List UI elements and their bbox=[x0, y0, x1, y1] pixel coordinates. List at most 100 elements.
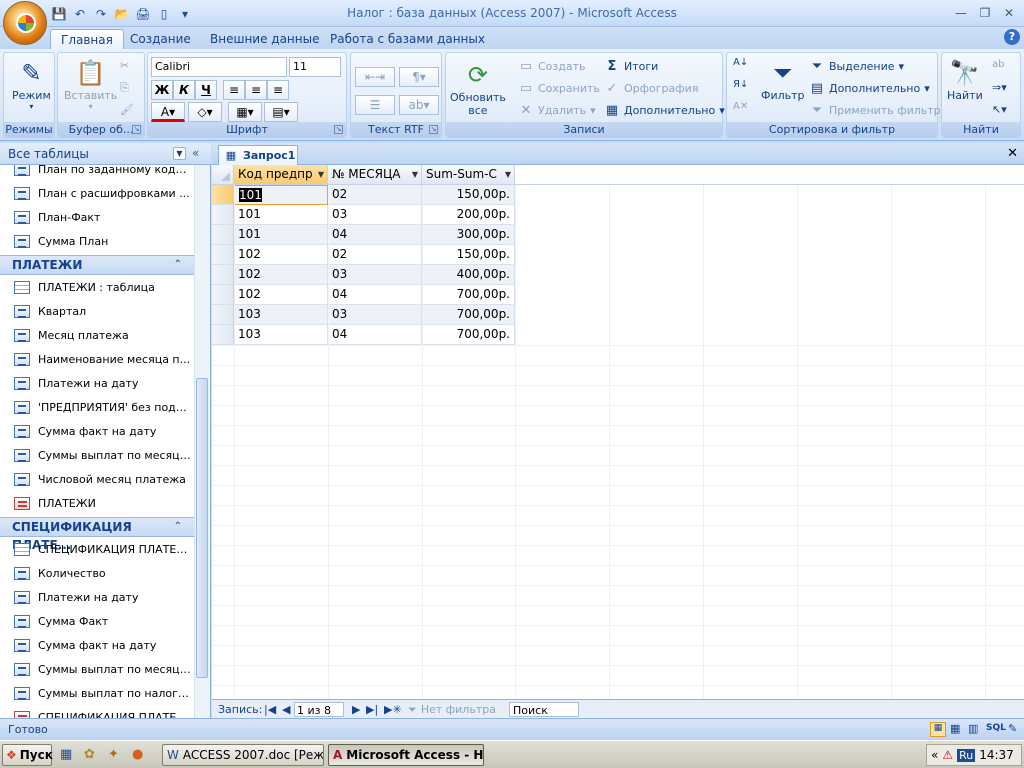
sort-ascending-icon[interactable]: A↓ bbox=[733, 57, 748, 68]
alternate-fill-icon[interactable]: ▤▾ bbox=[264, 102, 298, 122]
nav-item[interactable]: СПЕЦИФИКАЦИЯ ПЛАТЕЖ... bbox=[14, 538, 192, 560]
tray-alert-icon[interactable]: ⚠ bbox=[942, 748, 953, 762]
spelling-button[interactable]: ✓ Орфография bbox=[604, 81, 699, 96]
gridlines-icon[interactable]: ▦▾ bbox=[228, 102, 262, 122]
row-selector[interactable] bbox=[212, 205, 234, 225]
nav-item[interactable]: Квартал bbox=[14, 300, 192, 322]
delete-record-button[interactable]: ✕ Удалить ▾ bbox=[518, 103, 596, 118]
task-access[interactable]: A Microsoft Access - На... bbox=[328, 744, 484, 766]
totals-button[interactable]: Σ Итоги bbox=[604, 59, 659, 74]
minimize-icon[interactable]: — bbox=[950, 3, 972, 22]
nav-item[interactable]: Месяц платежа bbox=[14, 324, 192, 346]
table-cell[interactable]: 101 bbox=[234, 225, 328, 245]
tab-external-data[interactable]: Внешние данные bbox=[200, 29, 329, 49]
table-cell[interactable]: 03 bbox=[328, 205, 422, 225]
office-button[interactable] bbox=[3, 1, 47, 45]
chevron-down-icon[interactable]: ▼ bbox=[173, 147, 186, 160]
sort-descending-icon[interactable]: Я↓ bbox=[733, 79, 748, 90]
toggle-filter-button[interactable]: ⏷ Применить фильтр bbox=[809, 103, 941, 118]
first-record-icon[interactable]: |◀ bbox=[264, 702, 276, 717]
row-selector[interactable] bbox=[212, 325, 234, 345]
indent-icon[interactable]: ⇤⇥ bbox=[355, 67, 395, 87]
language-indicator[interactable]: Ru bbox=[957, 748, 976, 762]
table-cell[interactable]: 04 bbox=[328, 325, 422, 345]
dialog-launcher-icon[interactable]: ↘ bbox=[132, 125, 141, 134]
column-header[interactable]: Sum-Sum-C ▼ bbox=[422, 165, 515, 185]
row-selector[interactable] bbox=[212, 245, 234, 265]
bold-button[interactable]: Ж bbox=[151, 80, 173, 100]
nav-item[interactable]: План по заданному коду ... bbox=[14, 165, 192, 180]
paragraph-icon[interactable]: ¶▾ bbox=[399, 67, 439, 87]
nav-item[interactable]: Сумма факт на дату bbox=[14, 634, 192, 656]
nav-item[interactable]: Числовой месяц платежа bbox=[14, 468, 192, 490]
nav-header[interactable]: Все таблицы ▼ « bbox=[0, 143, 211, 165]
datasheet-view-icon[interactable]: ▦ bbox=[930, 722, 946, 737]
row-selector[interactable] bbox=[212, 265, 234, 285]
nav-item[interactable]: Количество bbox=[14, 562, 192, 584]
chevron-up-icon[interactable]: ⌃ bbox=[174, 518, 182, 536]
nav-item[interactable]: Суммы выплат по месяцам bbox=[14, 658, 192, 680]
font-color-button[interactable]: А▾ bbox=[151, 102, 185, 122]
underline-button[interactable]: Ч bbox=[195, 80, 217, 100]
table-cell[interactable]: 102 bbox=[234, 245, 328, 265]
tab-query1[interactable]: ▦ Запрос1 bbox=[218, 145, 298, 165]
table-cell[interactable]: 101 bbox=[234, 205, 328, 225]
nav-item[interactable]: Платежи на дату bbox=[14, 372, 192, 394]
nav-item[interactable]: ПЛАТЕЖИ bbox=[14, 492, 192, 514]
select-all-corner[interactable] bbox=[212, 165, 234, 185]
new-record-button[interactable]: ▭ Создать bbox=[518, 59, 586, 74]
pivot-table-icon[interactable]: ▦ bbox=[950, 722, 960, 735]
nav-item[interactable]: Суммы выплат по месяцам bbox=[14, 444, 192, 466]
chevron-down-icon[interactable]: ▼ bbox=[505, 165, 511, 184]
more-records-button[interactable]: ▦ Дополнительно ▾ bbox=[604, 103, 725, 118]
chevron-down-icon[interactable]: ▼ bbox=[318, 165, 324, 184]
nav-group-header[interactable]: ПЛАТЕЖИ ⌃ bbox=[0, 255, 194, 275]
table-cell[interactable]: 02 bbox=[328, 245, 422, 265]
replace-icon[interactable]: ab bbox=[992, 59, 1004, 70]
firefox-icon[interactable]: ● bbox=[132, 747, 143, 762]
quicklaunch-icon[interactable]: ✿ bbox=[84, 747, 95, 762]
italic-button[interactable]: К bbox=[173, 80, 195, 100]
align-left-icon[interactable]: ≡ bbox=[223, 80, 245, 100]
align-right-icon[interactable]: ≡ bbox=[267, 80, 289, 100]
table-cell[interactable]: 700,00р. bbox=[422, 305, 515, 325]
nav-item[interactable]: СПЕЦИФИКАЦИЯ ПЛАТЕЖ... bbox=[14, 706, 192, 718]
collapse-pane-icon[interactable]: « bbox=[192, 146, 199, 160]
nav-item[interactable]: Платежи на дату bbox=[14, 586, 192, 608]
font-size-select[interactable]: 11 bbox=[289, 57, 341, 77]
table-cell[interactable]: 04 bbox=[328, 225, 422, 245]
table-cell[interactable]: 400,00р. bbox=[422, 265, 515, 285]
filter-status-button[interactable]: ⏷ Нет фильтра bbox=[408, 702, 496, 717]
nav-item[interactable]: Сумма факт на дату bbox=[14, 420, 192, 442]
desktop-icon[interactable]: ▦ bbox=[60, 747, 72, 762]
sql-view-button[interactable]: SQL bbox=[986, 723, 1006, 733]
next-record-icon[interactable]: ▶ bbox=[352, 702, 360, 717]
table-cell[interactable]: 103 bbox=[234, 305, 328, 325]
prev-record-icon[interactable]: ◀ bbox=[282, 702, 290, 717]
new-record-nav-icon[interactable]: ▶✳ bbox=[384, 702, 402, 717]
tray-expand-icon[interactable]: « bbox=[931, 748, 938, 762]
nav-item[interactable]: Суммы выплат по налогам bbox=[14, 682, 192, 704]
close-icon[interactable]: ✕ bbox=[1007, 146, 1018, 161]
align-center-icon[interactable]: ≡ bbox=[245, 80, 267, 100]
copy-icon[interactable]: ⎘ bbox=[120, 81, 129, 95]
table-cell[interactable]: 04 bbox=[328, 285, 422, 305]
restore-icon[interactable]: ❐ bbox=[974, 3, 996, 22]
tab-home[interactable]: Главная bbox=[50, 29, 124, 49]
nav-item[interactable]: 'ПРЕДПРИЯТИЯ' без подч... bbox=[14, 396, 192, 418]
table-cell[interactable]: 150,00р. bbox=[422, 185, 515, 205]
dialog-launcher-icon[interactable]: ↘ bbox=[334, 125, 343, 134]
table-cell[interactable]: 02 bbox=[328, 185, 422, 205]
chevron-up-icon[interactable]: ⌃ bbox=[174, 256, 182, 274]
tab-create[interactable]: Создание bbox=[120, 29, 201, 49]
font-name-select[interactable]: Calibri bbox=[151, 57, 287, 77]
nav-item[interactable]: Наименование месяца п... bbox=[14, 348, 192, 370]
goto-icon[interactable]: ⇒▾ bbox=[992, 81, 1007, 94]
tab-database-tools[interactable]: Работа с базами данных bbox=[320, 29, 495, 49]
selection-button[interactable]: ⏷ Выделение ▾ bbox=[809, 59, 904, 74]
table-cell[interactable]: 300,00р. bbox=[422, 225, 515, 245]
record-position-field[interactable]: 1 из 8 bbox=[294, 702, 344, 717]
close-icon[interactable]: ✕ bbox=[998, 3, 1020, 22]
find-button[interactable]: 🔭 Найти bbox=[947, 57, 983, 102]
advanced-filter-button[interactable]: ▤ Дополнительно ▾ bbox=[809, 81, 930, 96]
